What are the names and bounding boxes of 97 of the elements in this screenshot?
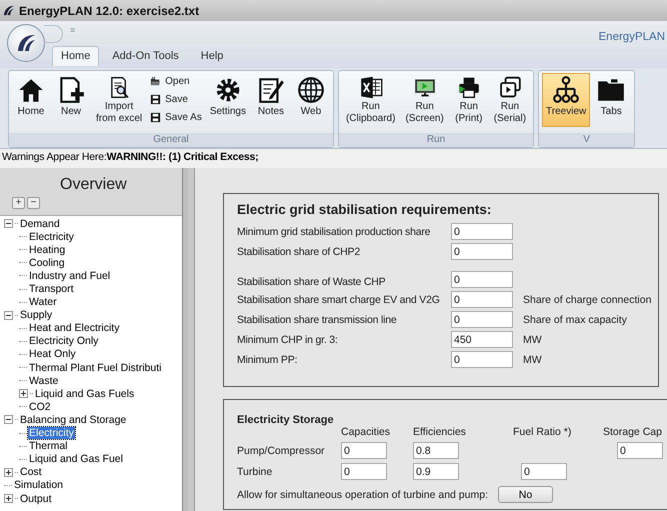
ribbon-button[interactable]: Save [148,91,204,108]
tree-item[interactable]: Cost [19,466,43,478]
tree-item[interactable]: Heat Only [28,348,77,360]
collapse-toggle[interactable] [4,219,13,228]
ribbon-button[interactable]: Tabs [592,73,630,127]
collapse-toggle[interactable] [4,415,13,424]
expand-toggle[interactable] [4,494,13,504]
input-field[interactable]: 0 [451,291,513,308]
input-field[interactable]: 0 [521,463,567,480]
tree-item[interactable]: Simulation [13,479,64,492]
input-field[interactable]: 0 [451,311,513,328]
globe-icon [296,75,326,105]
collapse-all-button[interactable]: − [27,197,40,209]
customize-caret[interactable]: = [70,25,76,35]
tree-item[interactable]: Electricity [28,230,75,243]
folder-icon [150,76,162,87]
save-icon [150,94,162,105]
tree-item[interactable]: Cooling [28,256,66,269]
ribbon-button[interactable]: Save As [148,109,204,126]
field-label: Minimum PP: [237,354,298,366]
ribbon-button[interactable]: New [52,73,90,127]
column-header: Efficiencies [413,426,467,438]
tree-item[interactable]: Waste [28,374,60,387]
tree-item[interactable]: Thermal [28,440,69,452]
row-label: Pump/Compressor [237,444,326,456]
tree-item[interactable]: Liquid and Gas Fuel [28,453,124,466]
tree-item[interactable]: Output [19,492,53,505]
group-label: V [539,133,634,147]
app-logo-icon [2,4,15,17]
ribbon-tab[interactable]: Help [192,46,232,66]
unit-label: MW [522,354,543,366]
column-header: Capacities [341,426,392,438]
ribbon-button[interactable]: Run (Print) [450,73,488,127]
warning-message: Warnings Appear Here:WARNING!!: (1) Critical Excess; [2,151,258,163]
column-header: Storage Cap [603,426,663,438]
input-field[interactable]: 0 [341,463,387,480]
toggle-button[interactable]: No [498,486,553,503]
ribbon-button[interactable]: Settings [206,73,250,127]
ribbon-button[interactable]: Treeview [542,73,590,127]
input-field[interactable]: 0.8 [413,442,459,459]
ribbon-button[interactable]: Notes [252,73,290,127]
tree-item[interactable]: Supply [19,309,54,322]
tree-item[interactable]: Heating [28,244,66,256]
window-title: EnergyPLAN 12.0: exercise2.txt [19,4,200,18]
section-title: Electric grid stabilisation requirements: [237,202,492,217]
tree-item[interactable]: Electricity Only [28,335,100,348]
tree-item[interactable]: CO2 [28,400,52,413]
app-name: EnergyPLAN [598,31,665,43]
ribbon-button[interactable]: Home [12,73,50,127]
field-label: Minimum grid stabilisation production share [237,226,432,238]
tree-item[interactable]: Demand [19,218,61,230]
field-label: Stabilisation share transmission line [237,314,398,326]
unit-label: Share of charge connection [522,294,652,306]
group-label: Run [338,133,534,147]
ribbon-button[interactable]: Run (Serial) [490,73,530,127]
ribbon-button[interactable]: Web [292,73,330,127]
tree-item[interactable]: Liquid and Gas Fuels [34,388,136,400]
column-header: Fuel Ratio *) [512,426,572,438]
input-field[interactable]: 0.9 [413,463,459,480]
field-label: Allow for simultaneous operation of turbine and pump: [237,488,488,500]
tree-item[interactable]: Balancing and Storage [19,414,128,426]
hierarchy-icon [551,75,582,105]
input-field[interactable]: 0 [451,243,513,260]
ribbon-tab[interactable]: Add-On Tools [103,46,188,66]
input-field[interactable]: 0 [451,351,513,368]
group-label: General [9,133,333,147]
unit-label: MW [522,334,543,346]
ribbon-button[interactable]: Run (Screen) [401,73,448,127]
collapse-toggle[interactable] [4,310,13,320]
input-field[interactable]: 450 [451,331,513,348]
save-icon [150,112,162,123]
input-field[interactable]: 0 [451,271,513,288]
field-label: Stabilisation share smart charge EV and V2G [237,294,441,306]
input-field[interactable]: 0 [341,442,387,459]
row-label: Turbine [237,466,274,478]
field-label: Stabilisation share of CHP2 [237,246,361,258]
tree-item[interactable]: Thermal Plant Fuel Distributi [28,362,162,374]
expand-toggle[interactable] [19,389,28,398]
field-label: Stabilisation share of Waste CHP [237,276,386,288]
input-field[interactable]: 0 [451,223,513,240]
quick-access-toolbar [44,25,63,43]
unit-label: Share of max capacity [522,314,628,326]
ribbon-button[interactable]: Run (Clipboard) [342,73,400,127]
tree-item[interactable]: Water [28,296,58,308]
field-label: Minimum CHP in gr. 3: [237,334,339,346]
tree-item[interactable]: Industry and Fuel [28,270,112,282]
ribbon-tab[interactable]: Home [52,46,100,66]
section-title: Electricity Storage [237,414,335,426]
tree-item[interactable]: Heat and Electricity [28,322,120,334]
expand-all-button[interactable]: + [12,197,25,209]
panel-title: Overview [60,176,127,194]
tree-item[interactable]: Electricity [28,427,75,440]
expand-toggle[interactable] [4,468,13,477]
tree-item[interactable]: Transport [28,283,75,296]
input-field[interactable]: 0 [617,442,663,459]
ribbon-button[interactable]: Open [148,73,204,90]
ribbon-button[interactable]: Import from excel [92,73,146,127]
